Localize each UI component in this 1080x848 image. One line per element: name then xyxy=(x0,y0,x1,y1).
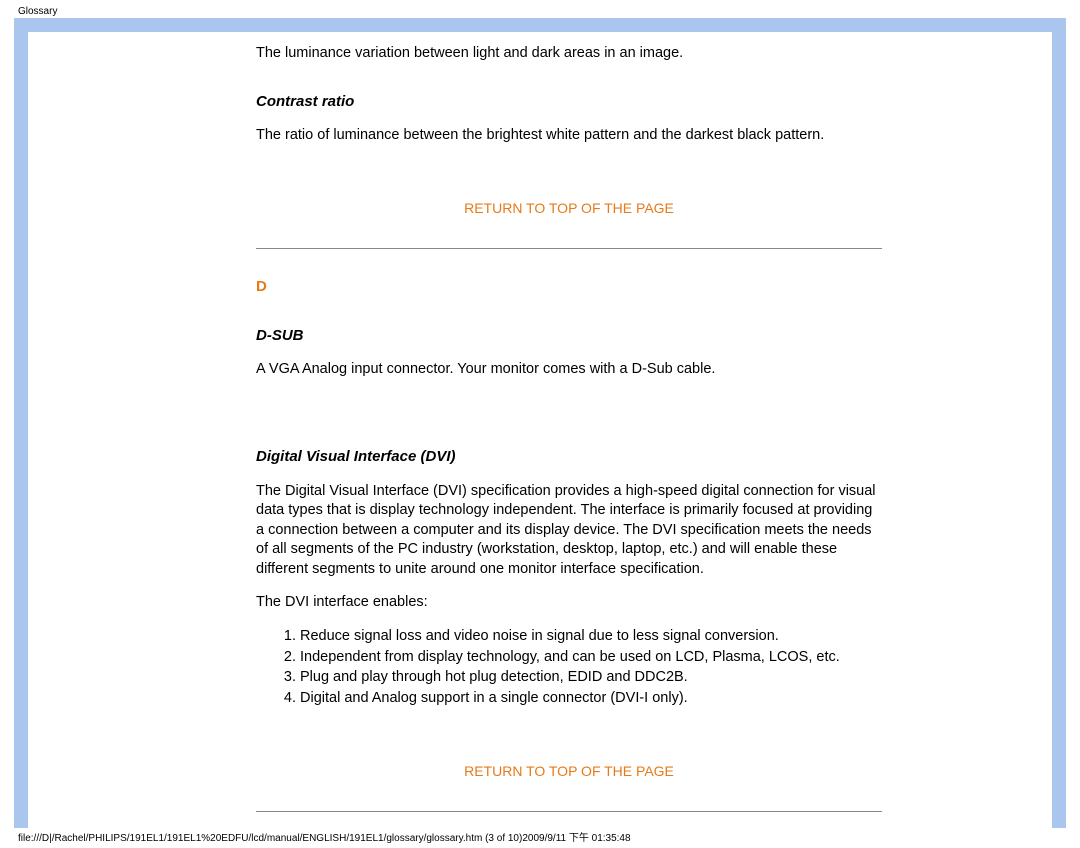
page-header-label: Glossary xyxy=(18,6,57,17)
dsub-definition: A VGA Analog input connector. Your monit… xyxy=(256,360,882,380)
footer-file-path: file:///D|/Rachel/PHILIPS/191EL1/191EL1%… xyxy=(18,829,631,844)
contrast-definition: The luminance variation between light an… xyxy=(256,44,882,64)
contrast-ratio-definition: The ratio of luminance between the brigh… xyxy=(256,126,882,146)
list-item: Independent from display technology, and… xyxy=(300,648,882,668)
glossary-content: The luminance variation between light an… xyxy=(256,44,882,828)
letter-anchor-d[interactable]: D xyxy=(256,277,882,297)
outer-frame: The luminance variation between light an… xyxy=(14,18,1066,828)
list-item: Reduce signal loss and video noise in si… xyxy=(300,627,882,647)
inner-page: The luminance variation between light an… xyxy=(28,32,1052,828)
contrast-ratio-heading: Contrast ratio xyxy=(256,92,882,112)
section-divider xyxy=(256,248,882,249)
return-to-top-link[interactable]: RETURN TO TOP OF THE PAGE xyxy=(256,762,882,781)
list-item: Plug and play through hot plug detection… xyxy=(300,668,882,688)
return-to-top-link[interactable]: RETURN TO TOP OF THE PAGE xyxy=(256,199,882,218)
dvi-heading: Digital Visual Interface (DVI) xyxy=(256,447,882,467)
dvi-definition: The Digital Visual Interface (DVI) speci… xyxy=(256,482,882,580)
dvi-enables-label: The DVI interface enables: xyxy=(256,593,882,613)
list-item: Digital and Analog support in a single c… xyxy=(300,689,882,709)
section-divider xyxy=(256,811,882,812)
dvi-feature-list: Reduce signal loss and video noise in si… xyxy=(256,627,882,708)
dsub-heading: D-SUB xyxy=(256,326,882,346)
